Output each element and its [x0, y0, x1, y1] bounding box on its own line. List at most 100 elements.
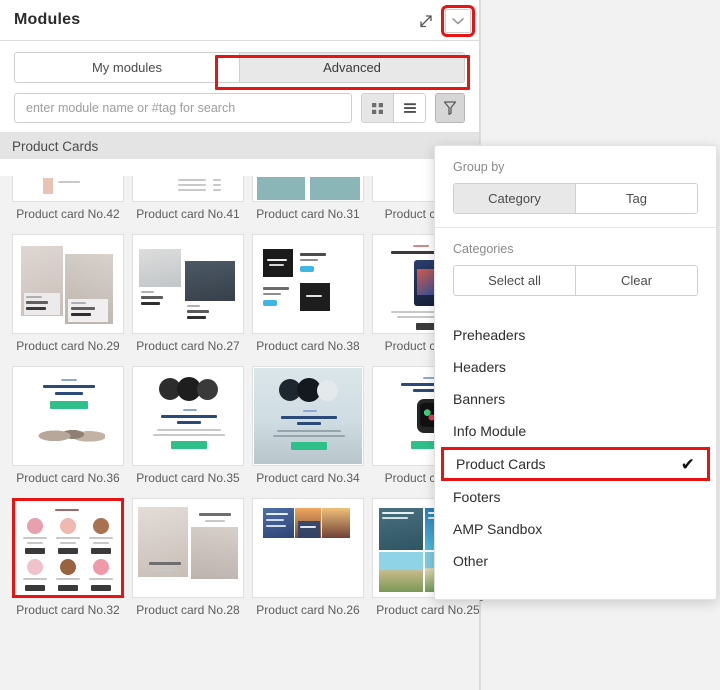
module-thumbnail[interactable]	[252, 234, 364, 334]
module-card-label: Product card No.27	[136, 339, 240, 353]
grid-row: Product card No.32 Product card No.28 Pr…	[0, 498, 480, 624]
funnel-filter-icon	[443, 101, 457, 115]
tab-advanced-label: Advanced	[323, 60, 381, 75]
module-thumbnail[interactable]	[132, 498, 244, 598]
module-card[interactable]: Product card No.31	[252, 176, 364, 228]
grid-view-button[interactable]	[362, 94, 394, 122]
module-card[interactable]: Product card No.35	[132, 366, 244, 492]
panel-header: Modules	[0, 0, 479, 41]
group-by-label: Group by	[453, 160, 505, 174]
module-card[interactable]: Product card No.38	[252, 234, 364, 360]
module-card[interactable]: Product card No.41	[132, 176, 244, 228]
list-view-button[interactable]	[394, 94, 425, 122]
category-item-preheaders[interactable]: Preheaders	[435, 319, 716, 351]
module-card-label: Product card No.25	[376, 603, 480, 617]
list-view-icon	[403, 103, 416, 113]
module-card-label: Product card No.28	[136, 603, 240, 617]
module-card-label: Product card No.34	[256, 471, 360, 485]
categories-actions: Select all Clear	[453, 265, 698, 296]
module-card[interactable]: Product card No.27	[132, 234, 244, 360]
module-thumbnail[interactable]	[132, 366, 244, 466]
modules-grid: Product card No.42 Product card No.41 Pr…	[0, 176, 480, 690]
module-card[interactable]: Product card No.34	[252, 366, 364, 492]
category-item-info-module[interactable]: Info Module	[435, 415, 716, 447]
module-card[interactable]: Product card No.36	[12, 366, 124, 492]
group-by-category-label: Category	[488, 191, 541, 206]
group-by-category-button[interactable]: Category	[454, 184, 576, 213]
filter-dropdown-panel: Group by Category Tag Categories Select …	[434, 145, 717, 600]
module-thumbnail[interactable]	[12, 176, 124, 202]
module-thumbnail[interactable]	[132, 176, 244, 202]
module-card[interactable]: Product card No.32	[12, 498, 124, 624]
page-title: Modules	[14, 11, 81, 28]
clear-button[interactable]: Clear	[576, 266, 697, 295]
section-header-title: Product Cards	[12, 138, 99, 154]
module-card-label: Product card No.36	[16, 471, 120, 485]
expand-diagonal-icon[interactable]	[413, 8, 439, 34]
category-list: Preheaders Headers Banners Info Module P…	[435, 309, 716, 577]
category-label: Info Module	[453, 423, 527, 439]
group-by-section: Group by Category Tag	[435, 146, 716, 227]
module-card-label: Product card No.41	[136, 207, 240, 221]
module-card-label: Product card No.29	[16, 339, 120, 353]
module-thumbnail[interactable]	[252, 176, 364, 202]
category-item-headers[interactable]: Headers	[435, 351, 716, 383]
checkmark-icon: ✔	[680, 454, 695, 474]
tab-my-modules-label: My modules	[91, 60, 163, 75]
view-mode-toggle	[361, 93, 426, 123]
grid-row: Product card No.42 Product card No.41 Pr…	[0, 176, 479, 228]
module-card-label: Product card No.42	[16, 207, 120, 221]
modules-panel: Modules My modules Advanced enter module…	[0, 0, 480, 690]
module-card[interactable]: Product card No.26	[252, 498, 364, 624]
category-item-banners[interactable]: Banners	[435, 383, 716, 415]
category-item-amp-sandbox[interactable]: AMP Sandbox	[435, 513, 716, 545]
filter-button[interactable]	[435, 93, 465, 123]
tabs-container: My modules Advanced	[0, 41, 479, 83]
category-label: Preheaders	[453, 327, 526, 343]
tab-my-modules[interactable]: My modules	[15, 53, 240, 82]
clear-label: Clear	[620, 273, 653, 288]
module-source-tabs: My modules Advanced	[14, 52, 465, 83]
module-card-label: Product card No.35	[136, 471, 240, 485]
module-card[interactable]: Product card No.28	[132, 498, 244, 624]
module-thumbnail[interactable]	[252, 366, 364, 466]
categories-section: Categories Select all Clear	[435, 228, 716, 309]
category-label: Banners	[453, 391, 506, 407]
search-toolbar	[0, 83, 479, 132]
header-icon-group	[413, 0, 475, 41]
category-label: Headers	[453, 359, 506, 375]
category-label: Other	[453, 553, 489, 569]
module-card-label: Product card No.31	[256, 207, 360, 221]
group-by-tag-label: Tag	[626, 191, 647, 206]
category-item-footers[interactable]: Footers	[435, 481, 716, 513]
module-card[interactable]: Product card No.42	[12, 176, 124, 228]
module-card-label: Product card No.38	[256, 339, 360, 353]
module-card[interactable]: Product card No.29	[12, 234, 124, 360]
module-card-label: Product card No.32	[16, 603, 120, 617]
chevron-down-icon	[452, 17, 464, 24]
module-thumbnail[interactable]	[12, 234, 124, 334]
collapse-panel-button[interactable]	[441, 4, 475, 37]
categories-label: Categories	[453, 242, 514, 256]
category-label: Product Cards	[456, 456, 546, 472]
tab-advanced[interactable]: Advanced	[240, 53, 464, 82]
group-by-segmented-control: Category Tag	[453, 183, 698, 214]
group-by-tag-button[interactable]: Tag	[576, 184, 697, 213]
module-card-label: Product card No.26	[256, 603, 360, 617]
select-all-label: Select all	[488, 273, 541, 288]
section-header: Product Cards	[0, 132, 479, 159]
app-root: Modules My modules Advanced enter module…	[0, 0, 720, 690]
category-item-product-cards[interactable]: Product Cards ✔	[441, 447, 710, 481]
module-thumbnail[interactable]	[12, 498, 124, 598]
search-input[interactable]	[14, 93, 352, 123]
select-all-button[interactable]: Select all	[454, 266, 576, 295]
grid-row: Product card No.29 Product card No.27 Pr…	[0, 234, 479, 360]
category-label: AMP Sandbox	[453, 521, 543, 537]
category-item-other[interactable]: Other	[435, 545, 716, 577]
category-label: Footers	[453, 489, 501, 505]
module-thumbnail[interactable]	[252, 498, 364, 598]
grid-row: Product card No.36 Product card No.35 Pr…	[0, 366, 479, 492]
module-thumbnail[interactable]	[12, 366, 124, 466]
module-thumbnail[interactable]	[132, 234, 244, 334]
grid-view-icon	[372, 102, 383, 114]
